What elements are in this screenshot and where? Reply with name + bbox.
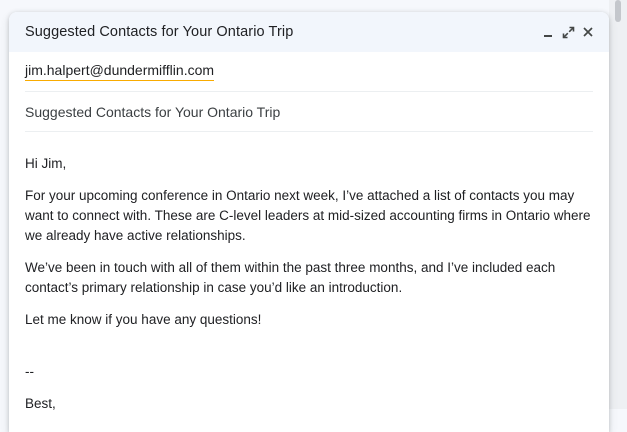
minimize-icon[interactable] xyxy=(541,25,555,39)
page-scrollbar[interactable] xyxy=(609,0,627,409)
greeting: Hi Jim, xyxy=(25,156,67,171)
compose-title: Suggested Contacts for Your Ontario Trip xyxy=(25,24,294,40)
signature-dash: -- xyxy=(25,364,34,379)
subject-field[interactable]: Suggested Contacts for Your Ontario Trip xyxy=(25,92,593,132)
recipient-chip[interactable]: jim.halpert@dundermifflin.com xyxy=(25,62,215,81)
to-field[interactable]: jim.halpert@dundermifflin.com xyxy=(25,52,593,92)
signature-spacer xyxy=(25,342,593,362)
expand-icon[interactable] xyxy=(561,25,575,39)
body-paragraph-1: For your upcoming conference in Ontario … xyxy=(25,188,591,243)
signature-closing: Best, xyxy=(25,396,56,411)
compose-window: Suggested Contacts for Your Ontario Trip xyxy=(9,12,609,432)
compose-title-bar[interactable]: Suggested Contacts for Your Ontario Trip xyxy=(9,12,609,52)
body-paragraph-2: We’ve been in touch with all of them wit… xyxy=(25,260,556,295)
page-scrollbar-thumb[interactable] xyxy=(615,0,621,22)
close-icon[interactable] xyxy=(581,25,595,39)
body-paragraph-3: Let me know if you have any questions! xyxy=(25,312,262,327)
subject-text[interactable]: Suggested Contacts for Your Ontario Trip xyxy=(25,104,280,120)
message-body[interactable]: Hi Jim, For your upcoming conference in … xyxy=(9,132,609,414)
window-controls xyxy=(541,25,595,39)
